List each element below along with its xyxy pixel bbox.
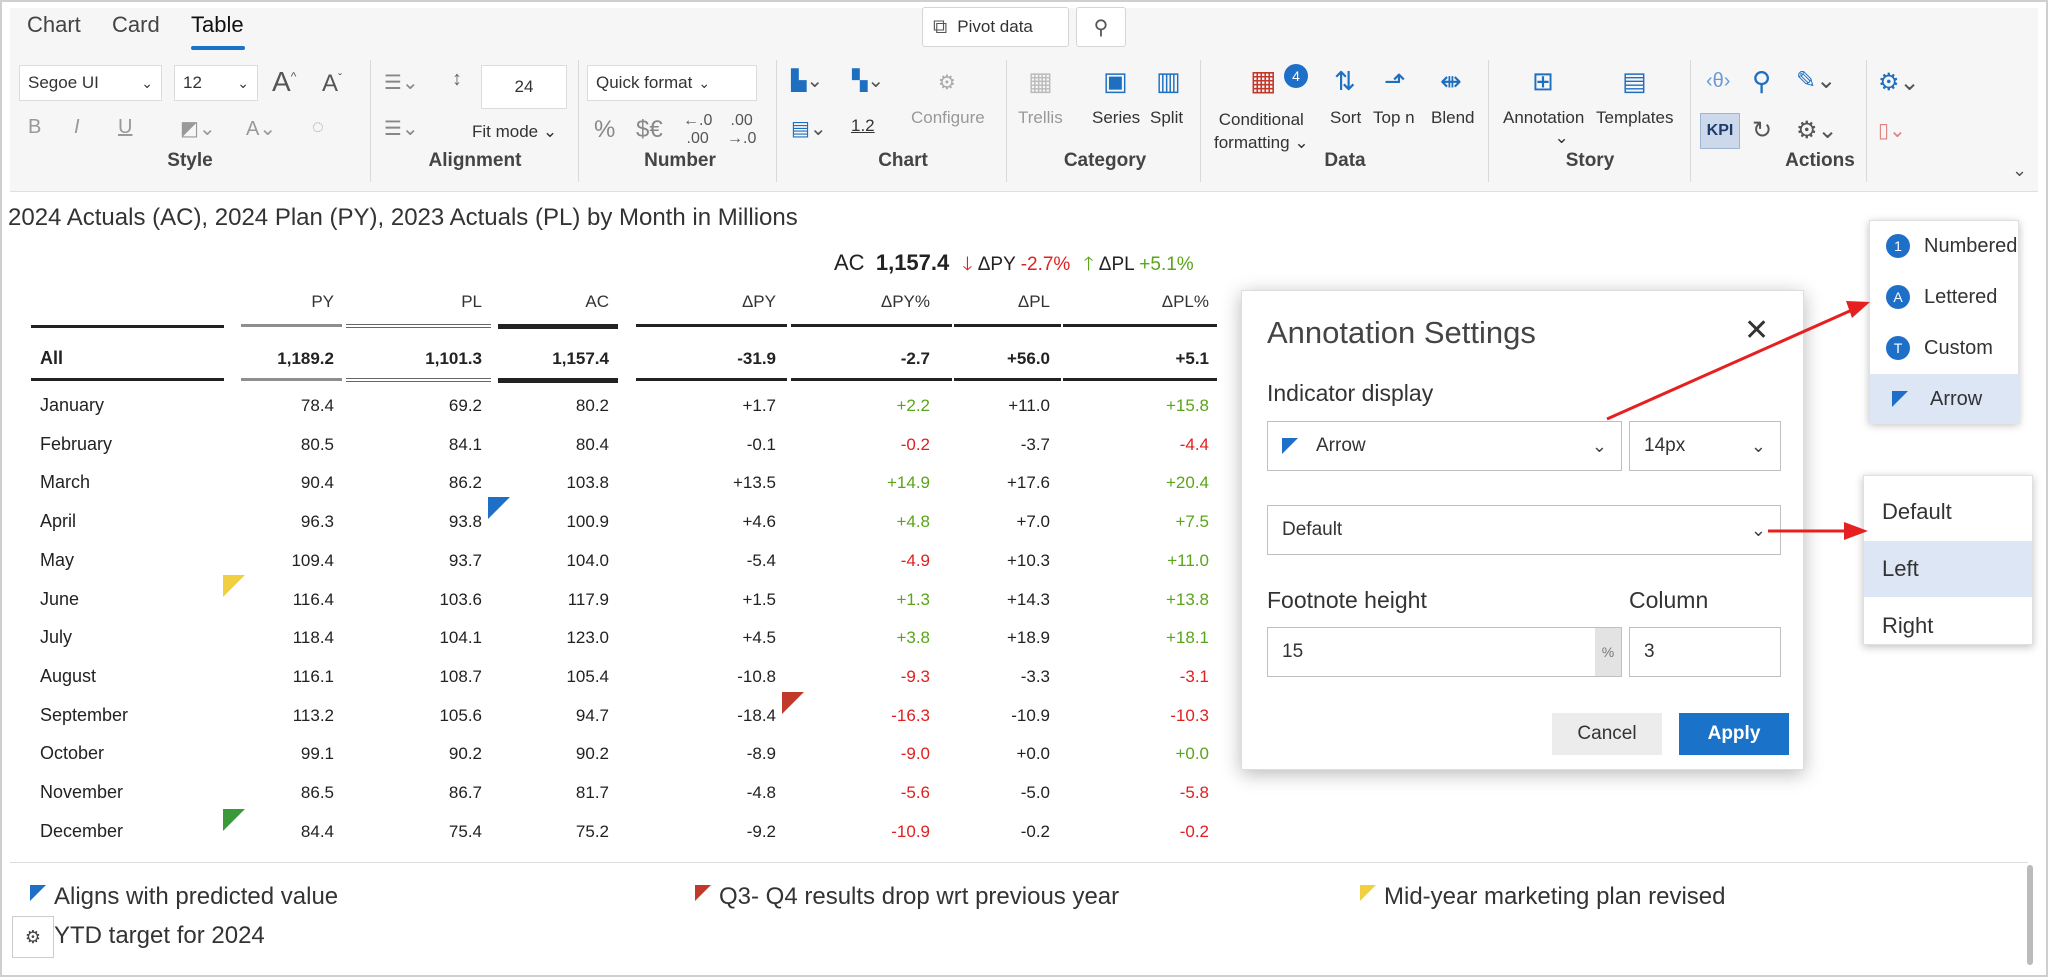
callout-arrowhead — [1846, 301, 1870, 318]
callout-arrowhead — [1844, 522, 1868, 540]
callout-arrows — [1606, 301, 1870, 540]
callout-arrow-line — [1606, 308, 1853, 421]
